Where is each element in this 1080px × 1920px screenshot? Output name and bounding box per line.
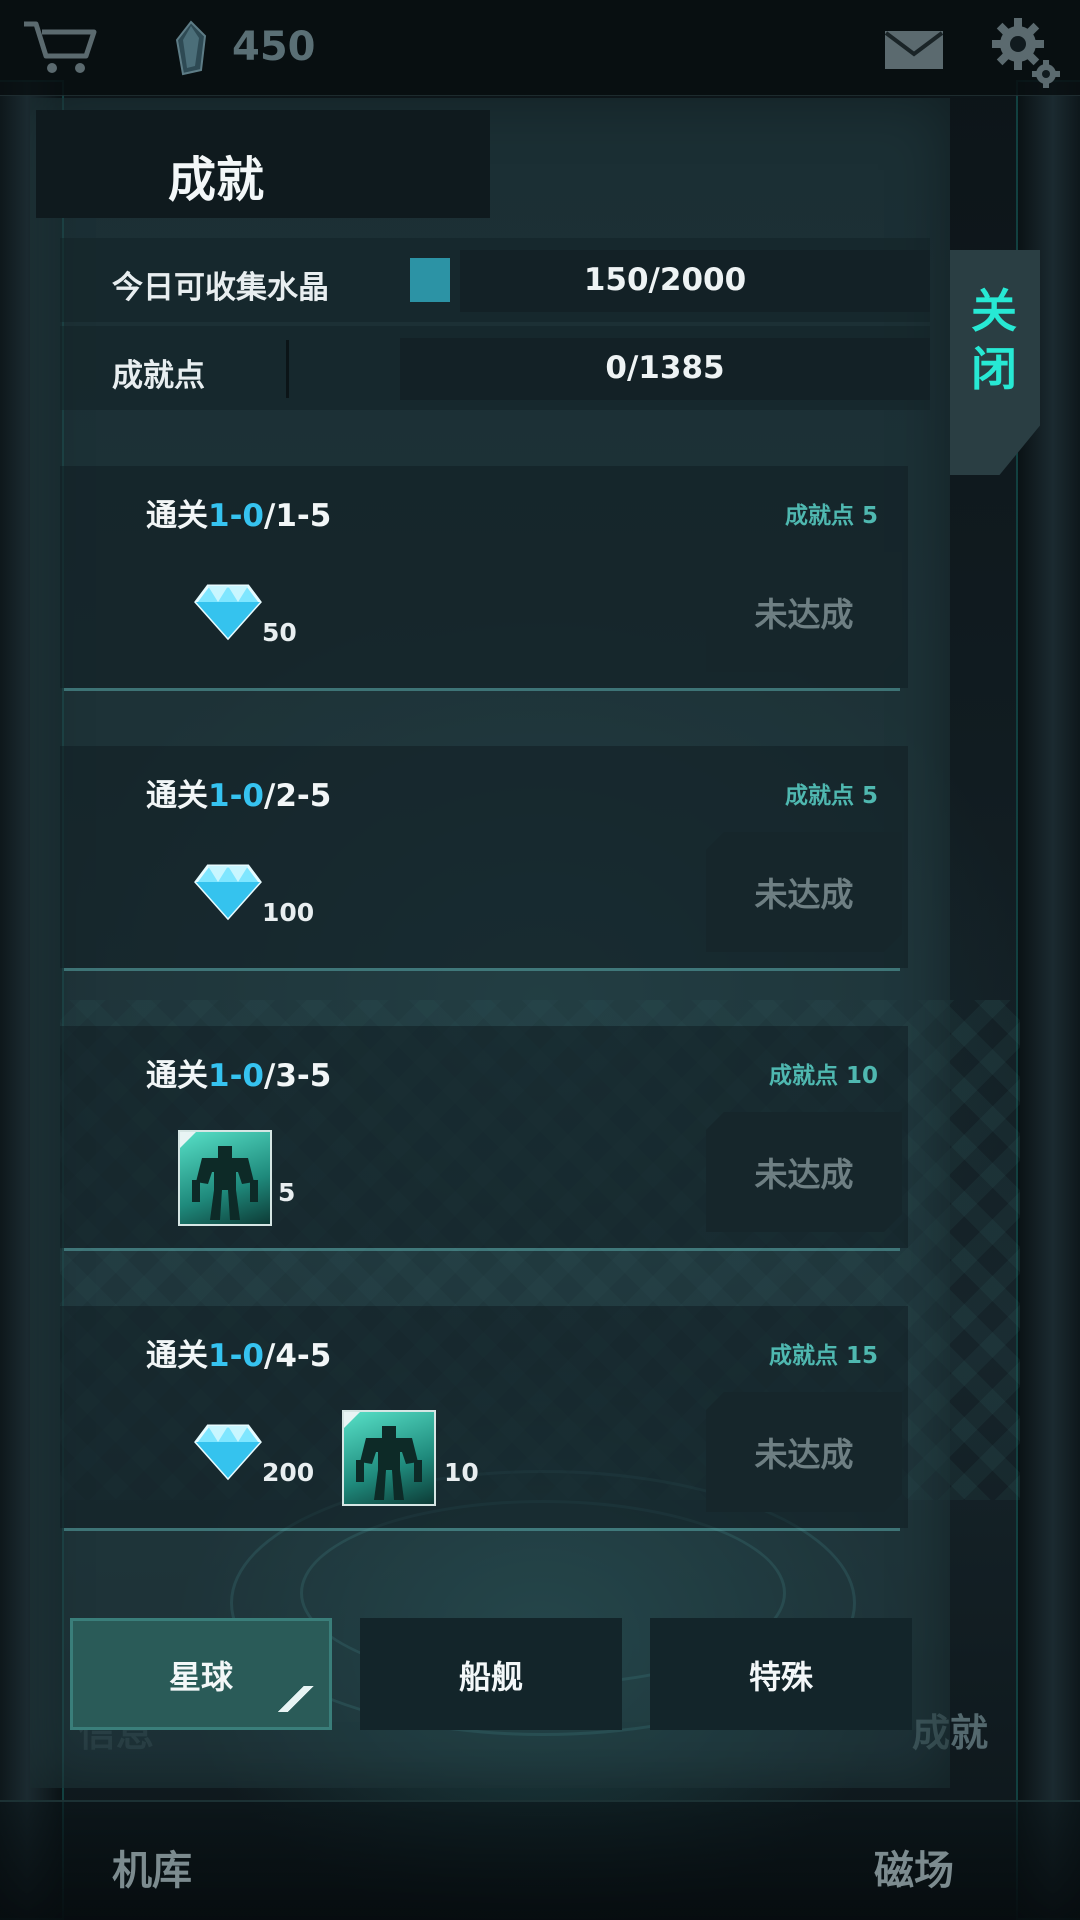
achievement-points: 成就点 5 [784, 503, 878, 529]
card-divider [64, 1528, 900, 1531]
nav-magnetic-field[interactable]: 磁场 [874, 1838, 954, 1896]
game-screen: 450 信息 成就 成就 今日可收集水晶 150/2 [0, 0, 1080, 1920]
achievement-status[interactable]: 未达成 [706, 588, 902, 636]
tab-label[interactable]: 特殊 [650, 1652, 912, 1698]
achievement-title: 通关1-0/3-5 [146, 1058, 332, 1094]
diamond-icon [194, 584, 262, 641]
reward-count: 100 [262, 898, 315, 927]
achievement-card: 通关1-0/3-5 成就点 10 5 未达成 [60, 1026, 908, 1251]
nav-hangar[interactable]: 机库 [112, 1838, 192, 1896]
achievement-stage-highlight: 1-0 [208, 498, 265, 534]
achievement-title: 通关1-0/1-5 [146, 498, 332, 534]
achievement-stage-highlight: 1-0 [208, 778, 265, 814]
stat-value-crystals: 150/2000 [583, 262, 747, 298]
reward-count: 10 [444, 1458, 479, 1487]
diamond-icon [194, 864, 262, 921]
achievement-status[interactable]: 未达成 [706, 1428, 902, 1476]
reward-count: 5 [278, 1178, 296, 1207]
reward-count: 200 [262, 1458, 315, 1487]
achievement-card: 通关1-0/4-5 成就点 15 200 10 未达成 [60, 1306, 908, 1531]
tab-special[interactable]: 特殊 [650, 1618, 912, 1730]
stat-divider [286, 340, 289, 398]
top-hud-bar: 450 [0, 0, 1080, 96]
achievement-stage-highlight: 1-0 [208, 1338, 265, 1374]
card-divider [64, 1248, 900, 1251]
panel-title: 成就 [168, 152, 265, 208]
mech-card-icon [342, 1410, 436, 1506]
tab-planet[interactable]: 星球 [70, 1618, 332, 1730]
cart-icon[interactable] [22, 18, 98, 76]
mech-silhouette-icon [180, 1132, 258, 1220]
card-divider [64, 968, 900, 971]
achievement-title: 通关1-0/2-5 [146, 778, 332, 814]
diamond-icon [194, 1424, 262, 1481]
achievement-status[interactable]: 未达成 [706, 1148, 902, 1196]
stat-label-crystals: 今日可收集水晶 [112, 270, 329, 306]
tab-ship[interactable]: 船舰 [360, 1618, 622, 1730]
active-corner-mark [274, 1686, 314, 1712]
gear-icon[interactable] [990, 14, 1062, 90]
reward-count: 50 [262, 618, 297, 647]
achievement-status[interactable]: 未达成 [706, 868, 902, 916]
achievement-stage-highlight: 1-0 [208, 1058, 265, 1094]
achievement-points: 成就点 10 [768, 1063, 878, 1089]
crystal-count: 450 [232, 24, 316, 70]
stat-label-points: 成就点 [112, 358, 205, 394]
stat-value-points: 0/1385 [605, 350, 725, 386]
achievement-card: 通关1-0/1-5 成就点 5 50 未达成 [60, 466, 908, 691]
mech-card-icon [178, 1130, 272, 1226]
tab-label[interactable]: 船舰 [360, 1652, 622, 1698]
achievement-points: 成就点 5 [784, 783, 878, 809]
achievement-points: 成就点 15 [768, 1343, 878, 1369]
achievement-title: 通关1-0/4-5 [146, 1338, 332, 1374]
mech-silhouette-icon [344, 1412, 422, 1500]
close-button-label[interactable]: 关闭 [962, 282, 1026, 398]
mail-icon[interactable] [884, 30, 944, 70]
card-divider [64, 688, 900, 691]
achievement-card: 通关1-0/2-5 成就点 5 100 未达成 [60, 746, 908, 971]
crystal-icon [175, 20, 207, 76]
